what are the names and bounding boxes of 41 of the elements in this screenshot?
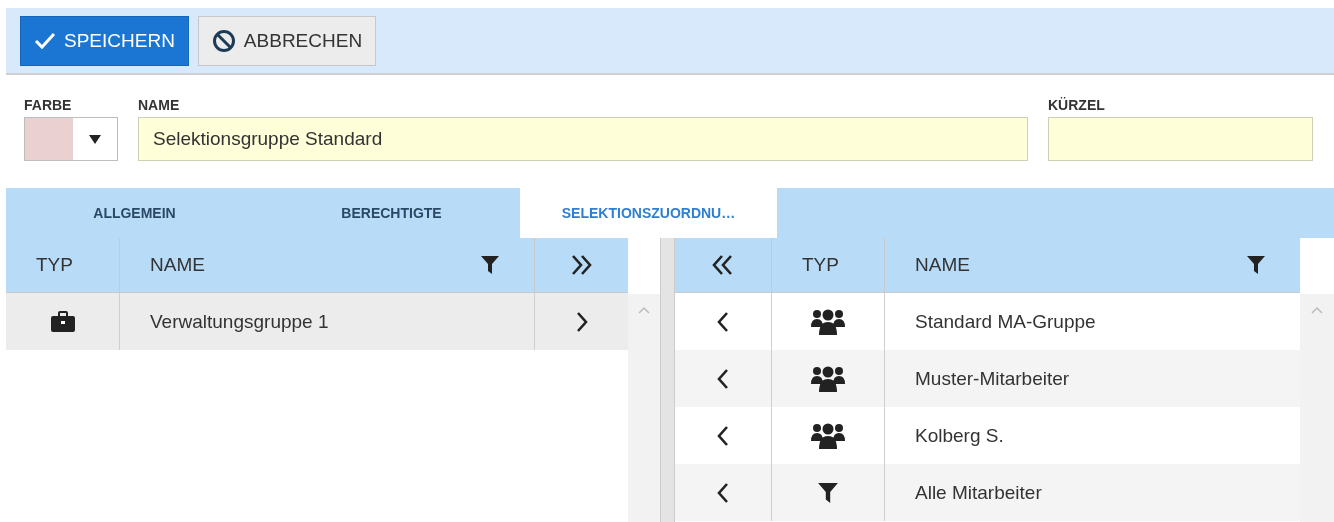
- scrollbar[interactable]: [628, 294, 660, 522]
- column-header: TYP: [802, 254, 839, 276]
- people-icon: [810, 307, 846, 336]
- field-label: NAME: [138, 97, 181, 113]
- scroll-up-icon: [637, 306, 651, 315]
- chevron-left-icon: [716, 310, 730, 333]
- table-cell: Verwaltungsgruppe 1: [150, 310, 329, 333]
- color-dropdown[interactable]: [24, 117, 118, 161]
- check-icon: [34, 31, 56, 50]
- name-field[interactable]: Selektionsgruppe Standard: [138, 117, 1028, 161]
- table-cell: Muster-Mitarbeiter: [915, 367, 1070, 390]
- scroll-up-icon: [1310, 306, 1324, 315]
- table-cell: Kolberg S.: [915, 424, 1004, 447]
- people-icon: [810, 364, 846, 393]
- double-chevron-left-icon: [711, 254, 735, 276]
- chevron-left-icon: [716, 424, 730, 447]
- field-label: FARBE: [24, 97, 73, 113]
- filter-icon: [817, 481, 839, 504]
- table-cell: Standard MA-Gruppe: [915, 310, 1096, 333]
- prohibited-icon: [211, 28, 236, 53]
- chevron-left-icon: [716, 481, 730, 504]
- tab[interactable]: SELEKTIONSZUORDNU…: [520, 188, 777, 238]
- tab[interactable]: BERECHTIGTE: [263, 188, 520, 238]
- cancel-button[interactable]: ABBRECHEN: [197, 15, 377, 66]
- column-header: TYP: [36, 254, 73, 276]
- scrollbar[interactable]: [1300, 294, 1334, 522]
- field-label: KÜRZEL: [1048, 97, 1106, 113]
- briefcase-icon: [49, 310, 76, 333]
- abbreviation-field[interactable]: [1048, 117, 1313, 161]
- people-icon: [810, 421, 846, 450]
- column-header: NAME: [915, 254, 970, 276]
- table-cell: Alle Mitarbeiter: [915, 481, 1042, 504]
- chevron-left-icon: [716, 367, 730, 390]
- filter-icon: [1246, 255, 1266, 275]
- caret-icon: [89, 134, 101, 144]
- double-chevron-right-icon: [569, 254, 594, 276]
- chevron-right-icon: [574, 310, 589, 333]
- filter-icon: [480, 255, 500, 275]
- tab[interactable]: ALLGEMEIN: [6, 188, 263, 238]
- save-button[interactable]: SPEICHERN: [20, 15, 189, 66]
- column-header: NAME: [150, 254, 205, 276]
